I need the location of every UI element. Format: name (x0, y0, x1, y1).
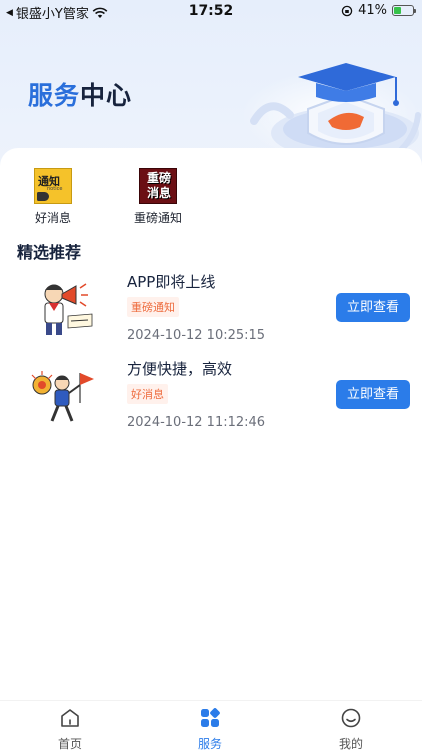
important-news-icon: 重磅消息 (139, 168, 177, 204)
nav-home[interactable]: 首页 (30, 707, 110, 750)
page-title: 服务中心 (28, 76, 132, 112)
news-title: APP即将上线 (127, 273, 216, 291)
news-tag: 好消息 (127, 384, 168, 404)
page-title-part1: 服务 (28, 81, 81, 110)
news-tag: 重磅通知 (127, 297, 179, 317)
category-label: 好消息 (34, 211, 71, 225)
category-good-news[interactable]: 通知 notice 好消息 (13, 168, 93, 226)
nav-label: 服务 (197, 737, 222, 750)
news-item[interactable]: 方便快捷，高效 好消息 2024-10-12 11:12:46 立即查看 (0, 355, 422, 435)
service-grid-icon (201, 708, 220, 727)
nav-label: 我的 (338, 737, 363, 750)
profile-smile-icon (341, 708, 361, 728)
section-title: 精选推荐 (17, 243, 82, 262)
orientation-lock-icon (341, 5, 353, 16)
megaphone-shape (37, 192, 49, 201)
status-right: 41% (341, 3, 416, 18)
battery-fill (394, 7, 402, 14)
battery-icon (392, 5, 416, 16)
battery-percent: 41% (358, 3, 387, 18)
nav-service[interactable]: 服务 (170, 707, 250, 750)
megaphone-man-illustration (44, 283, 93, 335)
news-time: 2024-10-12 11:12:46 (127, 415, 266, 430)
nav-mine[interactable]: 我的 (311, 707, 391, 750)
news-time: 2024-10-12 10:25:15 (127, 328, 266, 343)
category-label: 重磅通知 (133, 211, 182, 225)
important-icon-text: 重磅消息 (146, 171, 171, 200)
notice-icon-subtext: notice (47, 186, 63, 192)
view-now-button[interactable]: 立即查看 (336, 293, 410, 322)
notice-megaphone-icon: 通知 notice (34, 168, 72, 204)
nav-label: 首页 (57, 737, 82, 750)
home-icon (61, 709, 79, 727)
news-item[interactable]: APP即将上线 重磅通知 2024-10-12 10:25:15 立即查看 (0, 268, 422, 348)
status-bar: ◀ 银盛小Y管家 17:52 41% (0, 0, 422, 24)
running-flag-man-illustration (31, 371, 94, 422)
category-important-notice[interactable]: 重磅消息 重磅通知 (118, 168, 198, 226)
view-now-button[interactable]: 立即查看 (336, 380, 410, 409)
page-title-part2: 中心 (80, 81, 133, 110)
news-title: 方便快捷，高效 (127, 360, 233, 378)
bottom-nav: 首页 服务 我的 (0, 700, 422, 750)
